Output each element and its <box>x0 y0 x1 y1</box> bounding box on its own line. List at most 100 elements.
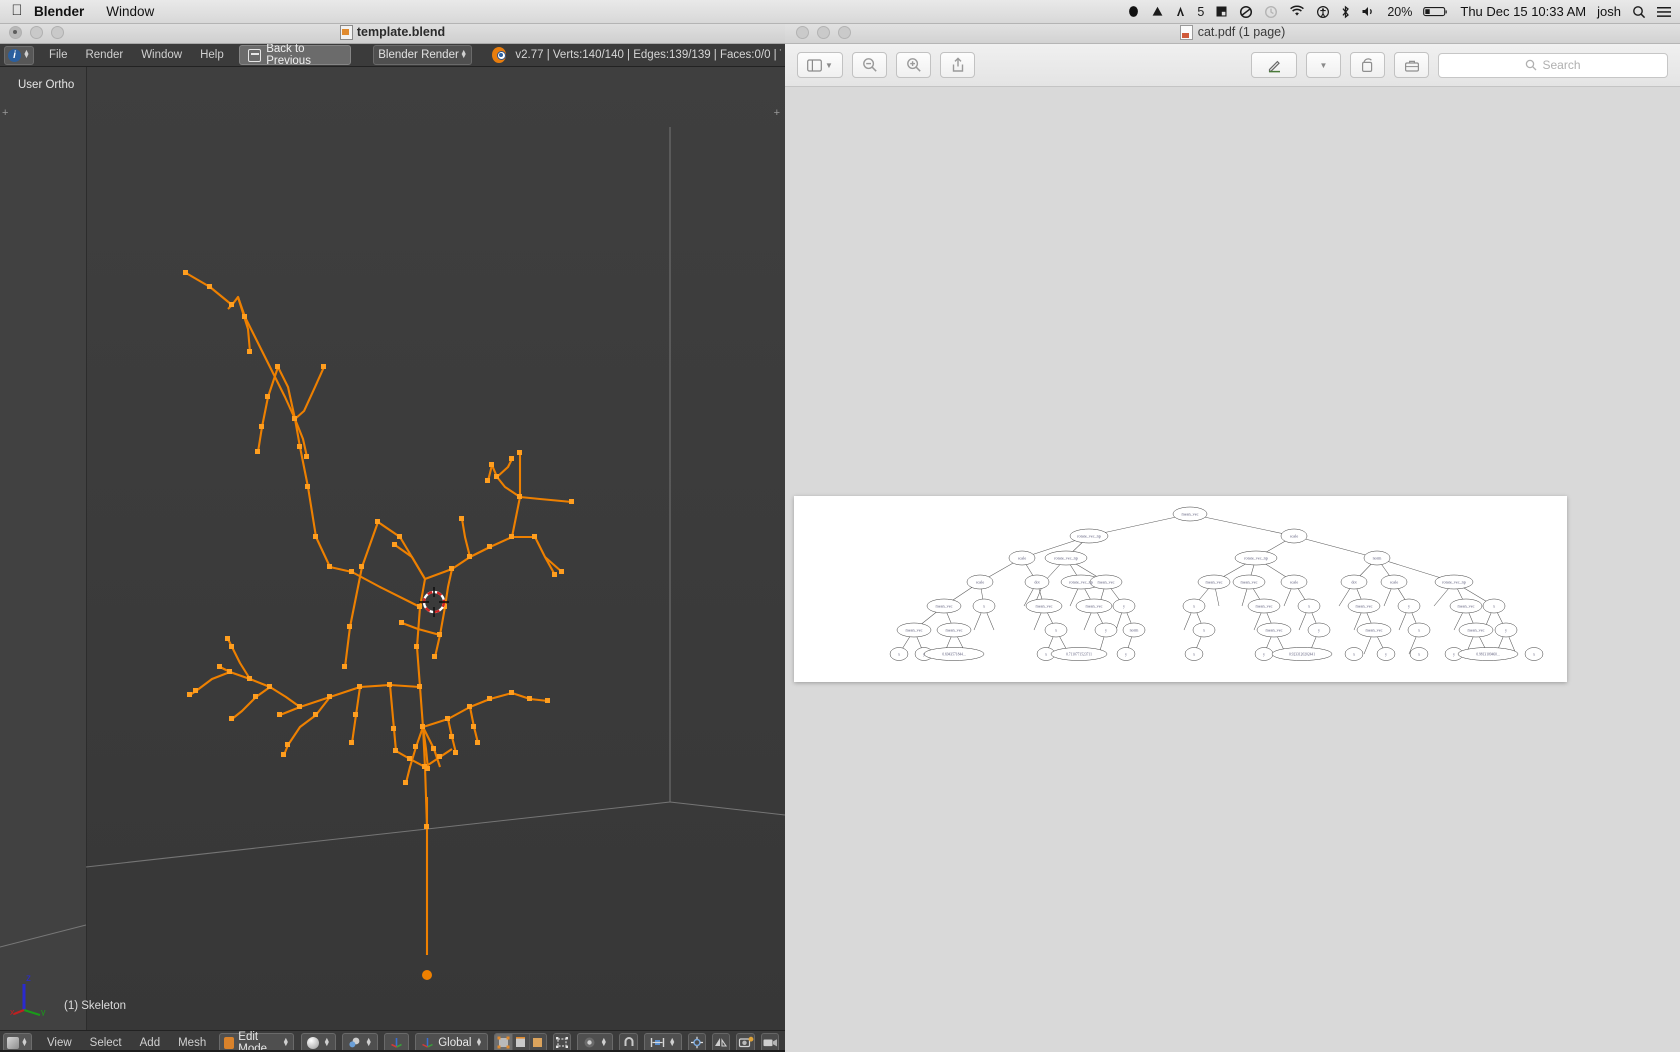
zoom-out-button[interactable] <box>852 52 887 78</box>
footer-menu-view[interactable]: View <box>38 1034 81 1050</box>
menu-render[interactable]: Render <box>76 47 132 64</box>
3d-viewport[interactable]: + + User Ortho (1) Skeleton z y x <box>0 67 785 1030</box>
footer-menu-add[interactable]: Add <box>131 1034 169 1050</box>
app-badge-icon[interactable] <box>1175 5 1186 18</box>
svg-text:scale: scale <box>1390 580 1399 585</box>
scene-icon[interactable] <box>762 1034 778 1051</box>
svg-text:0.6943571844...: 0.6943571844... <box>942 653 965 657</box>
chevron-down-icon: ▼ <box>1319 60 1328 70</box>
notification-center-icon[interactable] <box>1657 6 1671 18</box>
volume-icon[interactable] <box>1361 5 1376 18</box>
svg-text:0.9813109460...: 0.9813109460... <box>1476 653 1499 657</box>
menu-bar-clock[interactable]: Thu Dec 15 10:33 AM <box>1460 4 1586 19</box>
edge-select-icon[interactable] <box>513 1033 530 1050</box>
manipulator-icon <box>391 1038 403 1048</box>
axis-gizmo: z y x <box>10 973 46 1016</box>
apple-menu-icon[interactable]:  <box>0 3 34 20</box>
mesh-select-mode-group[interactable] <box>494 1032 548 1051</box>
mirror-options-group[interactable] <box>711 1032 731 1051</box>
viewport-shading-selector[interactable]: ▲ ▼ <box>301 1032 337 1050</box>
blender-info-header: i ▲ ▼ File Render Window Help Back to Pre… <box>0 43 785 67</box>
transform-orientation-selector[interactable]: Global ▲ ▼ <box>415 1032 489 1050</box>
svg-text:mean_vec: mean_vec <box>1182 512 1199 517</box>
menu-help[interactable]: Help <box>191 47 233 64</box>
blender-logo-icon <box>492 47 507 63</box>
zoom-in-button[interactable] <box>896 52 931 78</box>
wifi-icon[interactable] <box>1289 5 1305 18</box>
chevron-updown-icon: ▲ ▼ <box>282 1036 290 1048</box>
svg-text:mean_vec: mean_vec <box>1098 580 1115 585</box>
footer-menu-mesh[interactable]: Mesh <box>169 1034 215 1050</box>
menu-file[interactable]: File <box>40 47 77 64</box>
markup-pen-icon <box>1268 60 1280 72</box>
snap-element-icon <box>650 1038 664 1047</box>
chevron-down-icon: ▼ <box>825 60 833 70</box>
user-name[interactable]: josh <box>1597 4 1621 19</box>
chevron-updown-icon: ▲ ▼ <box>365 1036 373 1048</box>
svg-text:x: x <box>10 1007 15 1016</box>
back-to-previous-label: Back to Previous <box>266 43 311 67</box>
vertex-select-icon[interactable] <box>495 1033 513 1050</box>
sidebar-toggle-button[interactable]: ▼ <box>797 52 843 78</box>
search-input[interactable]: Search <box>1438 52 1668 78</box>
back-arrow-icon <box>247 48 262 62</box>
footer-editor-type-selector[interactable]: ▲ ▼ <box>3 1033 32 1050</box>
render-engine-selector[interactable]: Blender Render ▲ ▼ <box>373 45 473 65</box>
share-button[interactable] <box>940 52 975 78</box>
manipulator-toggle[interactable] <box>384 1032 410 1050</box>
blend-file-icon <box>339 24 353 40</box>
toolbox-icon <box>1404 60 1419 72</box>
markup-options-button[interactable]: ▼ <box>1306 52 1341 78</box>
svg-text:rotate_vec_np: rotate_vec_np <box>1054 556 1078 561</box>
snap-element-selector[interactable]: ▲ ▼ <box>643 1032 682 1050</box>
limit-selection-icon[interactable] <box>554 1034 570 1051</box>
preview-document-area[interactable]: mean_vec rotate_vec_np scale scale rotate_… <box>785 87 1680 1052</box>
no-entry-icon[interactable] <box>1239 5 1253 19</box>
skeleton-edges <box>185 272 573 955</box>
search-icon[interactable] <box>1632 5 1646 19</box>
editor-type-selector[interactable]: i ▲ ▼ <box>4 45 34 65</box>
render-icon[interactable] <box>737 1034 753 1051</box>
markup-button[interactable] <box>1251 52 1297 78</box>
bluetooth-icon[interactable] <box>1341 5 1350 19</box>
svg-text:norm: norm <box>1130 628 1140 633</box>
svg-text:scale: scale <box>1290 534 1299 539</box>
menu-window[interactable]: Window <box>132 47 191 64</box>
svg-text:rotate_vec_np: rotate_vec_np <box>1244 556 1268 561</box>
chevron-updown-icon: ▲ ▼ <box>323 1036 331 1048</box>
face-select-icon[interactable] <box>530 1034 546 1051</box>
snap-magnet-icon[interactable] <box>620 1034 636 1051</box>
preview-toolbar: ▼ ▼ Search <box>785 44 1680 87</box>
svg-text:0.7110771523711: 0.7110771523711 <box>1066 653 1092 657</box>
chevron-updown-icon: ▲ ▼ <box>668 1036 676 1048</box>
menu-window[interactable]: Window <box>106 4 154 19</box>
mirror-icon[interactable] <box>713 1034 729 1051</box>
render-tools-group[interactable] <box>736 1032 755 1051</box>
search-placeholder: Search <box>1542 58 1581 72</box>
active-app-name[interactable]: Blender <box>34 4 84 19</box>
rotate-button[interactable] <box>1350 52 1385 78</box>
snap-target-toggle[interactable] <box>687 1032 706 1051</box>
grid-icon[interactable] <box>1215 5 1228 18</box>
zoom-out-icon <box>862 58 877 72</box>
clock-icon[interactable] <box>1264 5 1278 19</box>
limit-selection-toggle[interactable] <box>553 1032 572 1051</box>
svg-text:mean_vec: mean_vec <box>946 628 963 633</box>
back-to-previous-button[interactable]: Back to Previous <box>238 43 352 67</box>
proportional-editing-selector[interactable]: ▲ ▼ <box>577 1032 614 1050</box>
dropbox-icon[interactable] <box>1127 5 1140 18</box>
scene-tools-group[interactable] <box>760 1032 780 1051</box>
preview-window: cat.pdf (1 page) ▼ ▼ Search mean_vec rot… <box>785 21 1680 1052</box>
svg-text:mean_vec: mean_vec <box>1256 604 1273 609</box>
snapping-group[interactable] <box>619 1032 638 1051</box>
footer-menu-select[interactable]: Select <box>81 1034 131 1050</box>
pivot-point-selector[interactable]: ▲ ▼ <box>342 1032 379 1050</box>
battery-icon[interactable] <box>1423 5 1449 18</box>
interaction-mode-selector[interactable]: Edit Mode ▲ ▼ <box>219 1031 295 1050</box>
google-drive-icon[interactable] <box>1151 5 1164 18</box>
root-vertex <box>422 970 432 980</box>
accessibility-icon[interactable] <box>1316 5 1330 19</box>
svg-text:scale: scale <box>1018 556 1027 561</box>
toolbox-button[interactable] <box>1394 52 1429 78</box>
snap-target-icon[interactable] <box>689 1034 705 1051</box>
